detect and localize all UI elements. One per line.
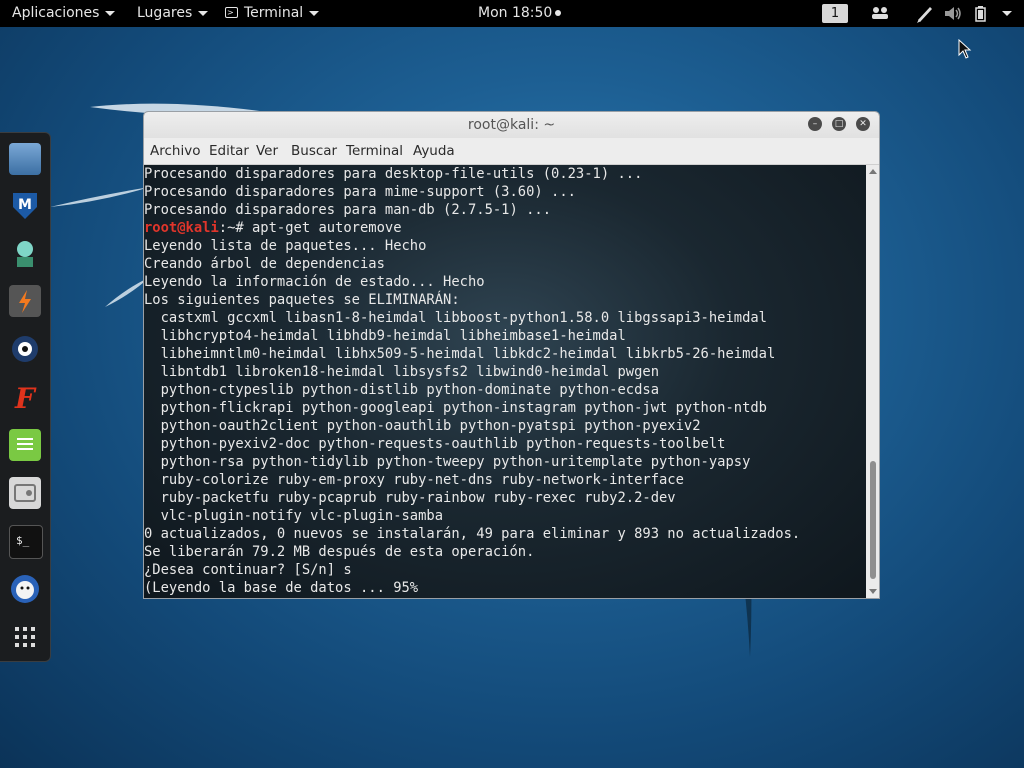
scroll-up-icon[interactable] bbox=[869, 169, 877, 174]
terminal-output[interactable]: Procesando disparadores para desktop-fil… bbox=[144, 165, 866, 598]
terminal-line: libntdb1 libroken18-heimdal libsysfs2 li… bbox=[144, 364, 659, 380]
places-menu[interactable]: Lugares bbox=[137, 0, 209, 27]
chevron-down-icon bbox=[309, 10, 320, 16]
notes-icon[interactable] bbox=[9, 429, 41, 461]
terminal-line: python-pyexiv2-doc python-requests-oauth… bbox=[144, 436, 726, 452]
prompt-user: root@kali bbox=[144, 220, 219, 236]
menu-ayuda[interactable]: Ayuda bbox=[411, 138, 457, 164]
system-menu[interactable] bbox=[996, 0, 1012, 27]
maximize-button[interactable]: □ bbox=[832, 117, 846, 131]
terminal-line: Creando árbol de dependencias bbox=[144, 256, 385, 272]
terminal-line: Procesando disparadores para desktop-fil… bbox=[144, 166, 643, 182]
mouse-pointer-icon bbox=[958, 39, 972, 59]
faraday-icon[interactable]: F bbox=[9, 381, 41, 415]
terminal-line: Leyendo lista de paquetes... Hecho bbox=[144, 238, 427, 254]
terminal-lines: Procesando disparadores para desktop-fil… bbox=[144, 165, 866, 597]
top-panel: Aplicaciones Lugares > Terminal Mon 18:50… bbox=[0, 0, 1024, 27]
workspace-indicator[interactable]: 1 bbox=[822, 0, 848, 27]
terminal-line: Leyendo la información de estado... Hech… bbox=[144, 274, 485, 290]
terminal-line: castxml gccxml libasn1-8-heimdal libboos… bbox=[144, 310, 767, 326]
svg-text:$_: $_ bbox=[16, 534, 30, 547]
chevron-down-icon bbox=[198, 10, 209, 16]
terminal-line: ¿Desea continuar? [S/n] s bbox=[144, 562, 352, 578]
notification-dot-icon bbox=[555, 10, 562, 16]
menu-editar[interactable]: Editar bbox=[207, 138, 251, 164]
terminal-window[interactable]: root@kali: ~ – □ ✕ Archivo Editar Ver Bu… bbox=[143, 111, 880, 599]
chevron-down-icon bbox=[105, 10, 116, 16]
terminal-icon[interactable]: $_ bbox=[9, 525, 43, 559]
close-button[interactable]: ✕ bbox=[856, 117, 870, 131]
terminal-line: Procesando disparadores para man-db (2.7… bbox=[144, 202, 552, 218]
clock-label: Mon 18:50 bbox=[478, 5, 553, 21]
settings-icon[interactable] bbox=[9, 477, 41, 509]
terminal-line: python-ctypeslib python-distlib python-d… bbox=[144, 382, 659, 398]
clock[interactable]: Mon 18:50 bbox=[478, 0, 562, 27]
applications-label: Aplicaciones bbox=[12, 5, 100, 21]
places-label: Lugares bbox=[137, 5, 193, 21]
terminal-line: ruby-packetfu ruby-pcaprub ruby-rainbow … bbox=[144, 490, 676, 506]
menu-bar: Archivo Editar Ver Buscar Terminal Ayuda bbox=[144, 138, 879, 165]
people-icon[interactable] bbox=[871, 0, 889, 27]
terminal-line: (Leyendo la base de datos ... 95% bbox=[144, 580, 419, 596]
terminal-line: ruby-colorize ruby-em-proxy ruby-net-dns… bbox=[144, 472, 684, 488]
menu-ver[interactable]: Ver bbox=[254, 138, 280, 164]
terminal-line: Se liberarán 79.2 MB después de esta ope… bbox=[144, 544, 535, 560]
battery-icon[interactable] bbox=[974, 0, 988, 27]
dash-dock: M F $_ bbox=[0, 132, 51, 662]
menu-archivo[interactable]: Archivo bbox=[148, 138, 202, 164]
terminal-app-label: Terminal bbox=[244, 5, 304, 21]
terminal-app-menu[interactable]: > Terminal bbox=[225, 0, 320, 27]
minimize-button[interactable]: – bbox=[808, 117, 822, 131]
terminal-line: Los siguientes paquetes se ELIMINARÁN: bbox=[144, 292, 460, 308]
applications-menu[interactable]: Aplicaciones bbox=[12, 0, 116, 27]
metasploit-icon[interactable]: M bbox=[9, 189, 41, 221]
terminal-line: vlc-plugin-notify vlc-plugin-samba bbox=[144, 508, 444, 524]
pen-icon[interactable] bbox=[916, 0, 934, 27]
armitage-icon[interactable] bbox=[9, 237, 41, 269]
terminal-line: python-oauth2client python-oauthlib pyth… bbox=[144, 418, 701, 434]
prompt-line: root@kali:~# apt-get autoremove bbox=[144, 219, 866, 237]
terminal-icon: > bbox=[225, 6, 238, 18]
volume-icon[interactable] bbox=[943, 0, 963, 27]
terminal-line: python-rsa python-tidylib python-tweepy … bbox=[144, 454, 751, 470]
scrollbar[interactable] bbox=[866, 165, 879, 598]
chevron-down-icon bbox=[1002, 11, 1012, 16]
workspace-number: 1 bbox=[822, 4, 848, 23]
scroll-down-icon[interactable] bbox=[869, 589, 877, 594]
svg-text:F: F bbox=[14, 382, 37, 413]
terminal-line: 0 actualizados, 0 nuevos se instalarán, … bbox=[144, 526, 801, 542]
window-title: root@kali: ~ bbox=[467, 117, 556, 133]
files-icon[interactable] bbox=[9, 143, 41, 175]
menu-terminal[interactable]: Terminal bbox=[344, 138, 405, 164]
terminal-line: Procesando disparadores para mime-suppor… bbox=[144, 184, 576, 200]
terminal-line: libhcrypto4-heimdal libhdb9-heimdal libh… bbox=[144, 328, 626, 344]
window-titlebar[interactable]: root@kali: ~ – □ ✕ bbox=[144, 112, 879, 138]
maltego-icon[interactable] bbox=[9, 333, 41, 365]
show-apps-icon[interactable] bbox=[9, 621, 41, 653]
prompt-command: :~# apt-get autoremove bbox=[218, 220, 402, 236]
burpsuite-icon[interactable] bbox=[9, 285, 41, 317]
cherrytree-icon[interactable] bbox=[9, 573, 41, 605]
terminal-line: libheimntlm0-heimdal libhx509-5-heimdal … bbox=[144, 346, 776, 362]
svg-text:M: M bbox=[18, 197, 32, 213]
scrollbar-thumb[interactable] bbox=[870, 461, 876, 579]
menu-buscar[interactable]: Buscar bbox=[289, 138, 339, 164]
terminal-line: python-flickrapi python-googleapi python… bbox=[144, 400, 767, 416]
